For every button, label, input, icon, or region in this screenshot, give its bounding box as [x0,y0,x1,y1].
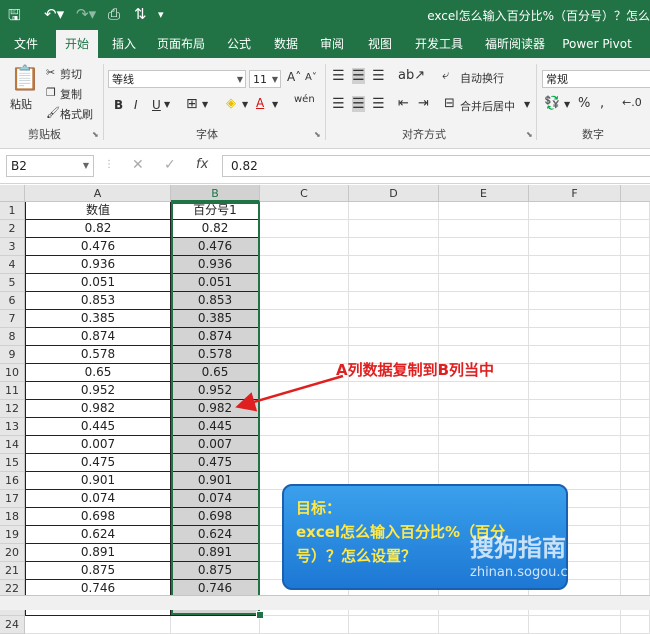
empty-cell[interactable] [439,616,529,634]
cell-a24[interactable] [25,616,171,634]
empty-cell[interactable] [260,616,349,634]
empty-cell[interactable] [529,616,621,634]
watermark-logo: 搜狗指南 [470,534,566,562]
callout-line-1: 目标： [296,499,342,517]
sheet-tab-bar[interactable] [0,595,650,610]
empty-cell[interactable] [349,616,439,634]
empty-cell[interactable] [621,616,650,634]
row-header[interactable]: 24 [0,616,25,634]
fill-handle[interactable] [256,611,264,619]
annotation-text: A列数据复制到B列当中 [336,361,495,379]
watermark-url: zhinan.sogou.com [470,565,589,580]
cell-b24[interactable] [171,616,260,634]
